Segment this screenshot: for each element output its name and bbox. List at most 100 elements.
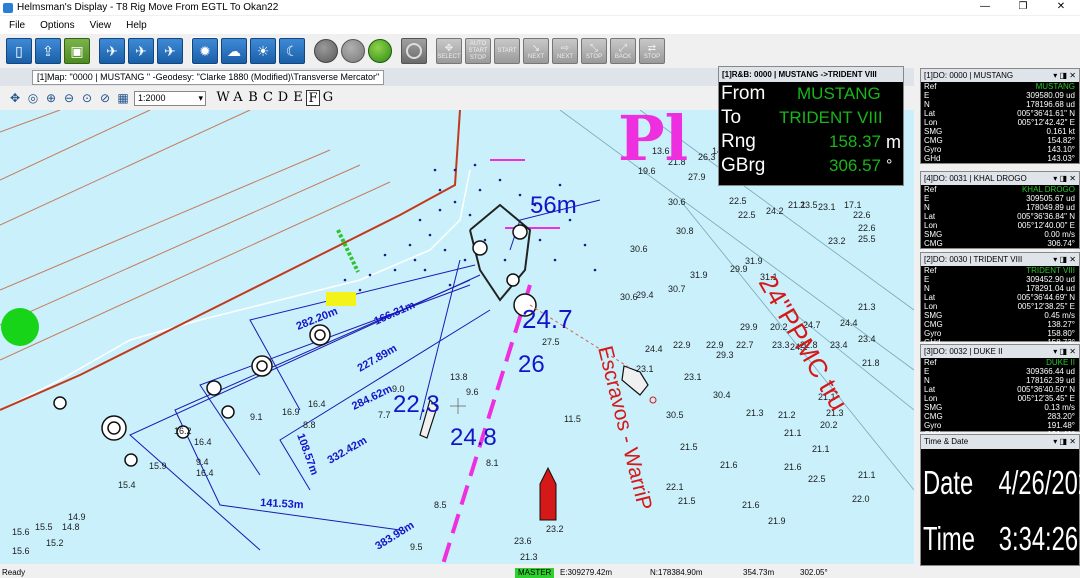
- do-panel-khal-drogo[interactable]: [4]DO: 0031 | KHAL DROGO ▾ ◨ ✕ Ref KHAL DRO…: [920, 171, 1080, 257]
- rb-range-unit: m: [886, 131, 901, 152]
- record-button[interactable]: [401, 38, 427, 64]
- range-bearing-panel[interactable]: [1]R&B: 0000 | MUSTANG ->TRIDENT VIII Fr…: [718, 66, 904, 186]
- night-mode-button[interactable]: ☾: [279, 38, 305, 64]
- depth-sounding: 29.3: [716, 350, 734, 360]
- zoom-in-icon[interactable]: ⊕: [44, 91, 58, 105]
- dusk-mode-button[interactable]: ☀: [250, 38, 276, 64]
- rb-bearing-label: GBrg: [721, 155, 766, 176]
- pin-icon[interactable]: ▾ ◨ ✕: [1053, 435, 1076, 449]
- status-light-gray[interactable]: [314, 39, 338, 63]
- zoom-out-icon[interactable]: ⊖: [62, 91, 76, 105]
- menu-help[interactable]: Help: [126, 20, 147, 31]
- next-button-1[interactable]: ↘ NEXT: [523, 38, 549, 64]
- do-panel-header[interactable]: [2]DO: 0030 | TRIDENT VIII ▾ ◨ ✕: [921, 253, 1079, 266]
- vessel-marker: [649, 396, 657, 404]
- satellite-button-3[interactable]: ✈: [157, 38, 183, 64]
- status-light-silver[interactable]: [341, 39, 365, 63]
- stop-button[interactable]: ⤡ STOP: [581, 38, 607, 64]
- depth-sounding: 9.4: [196, 457, 209, 467]
- anchor-buoy[interactable]: [472, 240, 488, 256]
- satellite-button-1[interactable]: ✈: [99, 38, 125, 64]
- time-date-header[interactable]: Time & Date ▾ ◨ ✕: [921, 435, 1079, 449]
- anchor-buoy[interactable]: [124, 453, 138, 467]
- start-button[interactable]: START: [494, 38, 520, 64]
- menu-file[interactable]: File: [9, 20, 25, 31]
- do-row: E 309366.44 ud: [921, 367, 1079, 376]
- do-row-value: MUSTANG: [1035, 82, 1075, 91]
- do-row-value: 191.48°: [1047, 421, 1075, 430]
- close-button[interactable]: ✕: [1042, 0, 1080, 15]
- yellow-label-box[interactable]: [326, 292, 356, 306]
- day-mode-button[interactable]: ✹: [191, 37, 219, 65]
- do-panel-header[interactable]: [1]DO: 0000 | MUSTANG ▾ ◨ ✕: [921, 69, 1079, 82]
- do-panel-header[interactable]: [4]DO: 0031 | KHAL DROGO ▾ ◨ ✕: [921, 172, 1079, 185]
- auto-start-stop-button[interactable]: AUTO START STOP: [465, 38, 491, 64]
- date-label: Date: [923, 464, 974, 501]
- zoom-window-icon[interactable]: ⊙: [80, 91, 94, 105]
- layer-letter-w[interactable]: W: [216, 90, 230, 106]
- maximize-button[interactable]: ❐: [1004, 0, 1042, 15]
- depth-contour: [0, 110, 61, 133]
- menu-view[interactable]: View: [90, 20, 112, 31]
- do-row-key: Ref: [924, 185, 937, 194]
- layer-letter-f[interactable]: F: [306, 90, 320, 106]
- anchor-buoy-inner: [107, 421, 121, 435]
- range-bearing-header[interactable]: [1]R&B: 0000 | MUSTANG ->TRIDENT VIII: [719, 67, 903, 82]
- do-row-key: Lon: [924, 302, 938, 311]
- select-button[interactable]: ✥ SELECT: [436, 38, 462, 64]
- do-row-key: CMG: [924, 239, 943, 248]
- scale-select[interactable]: 1:2000: [134, 90, 206, 106]
- do-row: Ref DUKE II: [921, 358, 1079, 367]
- menu-options[interactable]: Options: [40, 20, 74, 31]
- layer-letter-e[interactable]: E: [291, 90, 305, 106]
- stop-button-2[interactable]: ⇄ STOP: [639, 38, 665, 64]
- depth-sounding: 25.5: [858, 234, 876, 244]
- pin-icon[interactable]: ▾ ◨ ✕: [1053, 253, 1076, 266]
- layer-letter-b[interactable]: B: [246, 90, 260, 106]
- select-icon: ✥: [444, 42, 454, 54]
- do-panel-duke-ii[interactable]: [3]DO: 0032 | DUKE II ▾ ◨ ✕ Ref DUKE II E 309…: [920, 344, 1080, 439]
- do-row-value: 0.00 m/s: [1044, 230, 1075, 239]
- map-tab[interactable]: [1]Map: "0000 | MUSTANG " -Geodesy: "Cla…: [32, 69, 385, 85]
- auto-start-stop-label: AUTO START STOP: [468, 40, 488, 61]
- do-panel-mustang[interactable]: [1]DO: 0000 | MUSTANG ▾ ◨ ✕ Ref MUSTANG E 309…: [920, 68, 1080, 164]
- zoom-extent-icon[interactable]: ⊘: [98, 91, 112, 105]
- cloud-mode-button[interactable]: ☁: [221, 38, 247, 64]
- anchor-buoy[interactable]: [53, 396, 67, 410]
- depth-sounding: 22.0: [852, 494, 870, 504]
- status-light-green[interactable]: [368, 39, 392, 63]
- survey-dot: [468, 213, 472, 217]
- vessel-red[interactable]: [539, 466, 557, 521]
- do-row-value: 178049.89 ud: [1026, 203, 1075, 212]
- do-panel-trident-viii[interactable]: [2]DO: 0030 | TRIDENT VIII ▾ ◨ ✕ Ref TRIDEN…: [920, 252, 1080, 347]
- do-panel-header[interactable]: [3]DO: 0032 | DUKE II ▾ ◨ ✕: [921, 345, 1079, 358]
- pin-icon[interactable]: ▾ ◨ ✕: [1053, 172, 1076, 185]
- anchor-buoy[interactable]: [221, 405, 235, 419]
- layer-letter-d[interactable]: D: [276, 90, 290, 106]
- next-button-2[interactable]: ⇨ NEXT: [552, 38, 578, 64]
- save-button[interactable]: ▣: [64, 38, 90, 64]
- new-file-button[interactable]: ▯: [6, 38, 32, 64]
- center-icon[interactable]: ◎: [26, 91, 40, 105]
- minimize-button[interactable]: —: [966, 0, 1004, 15]
- depth-contour: [0, 110, 151, 181]
- layer-letter-g[interactable]: G: [321, 90, 335, 106]
- depth-sounding: 16.4: [196, 468, 214, 478]
- pan-icon[interactable]: ✥: [8, 91, 22, 105]
- anchor-buoy[interactable]: [206, 380, 222, 396]
- do-row: Gyro 143.10°: [921, 145, 1079, 154]
- time-date-panel[interactable]: Time & Date ▾ ◨ ✕ Date 4/26/2024 Time 3:3…: [920, 434, 1080, 566]
- pin-icon[interactable]: ▾ ◨ ✕: [1053, 345, 1076, 358]
- open-folder-button[interactable]: ⇪: [35, 38, 61, 64]
- depth-sounding: 21.9: [768, 516, 786, 526]
- layer-letter-a[interactable]: A: [231, 90, 245, 106]
- back-button[interactable]: ⤢ BACK: [610, 38, 636, 64]
- do-row-key: Ref: [924, 266, 937, 275]
- layer-letter-c[interactable]: C: [261, 90, 275, 106]
- pin-icon[interactable]: ▾ ◨ ✕: [1053, 69, 1076, 82]
- grid-icon[interactable]: ▦: [116, 91, 130, 105]
- anchor-buoy[interactable]: [506, 273, 520, 287]
- anchor-buoy[interactable]: [512, 224, 528, 240]
- satellite-button-2[interactable]: ✈: [128, 38, 154, 64]
- green-marker[interactable]: [1, 308, 39, 346]
